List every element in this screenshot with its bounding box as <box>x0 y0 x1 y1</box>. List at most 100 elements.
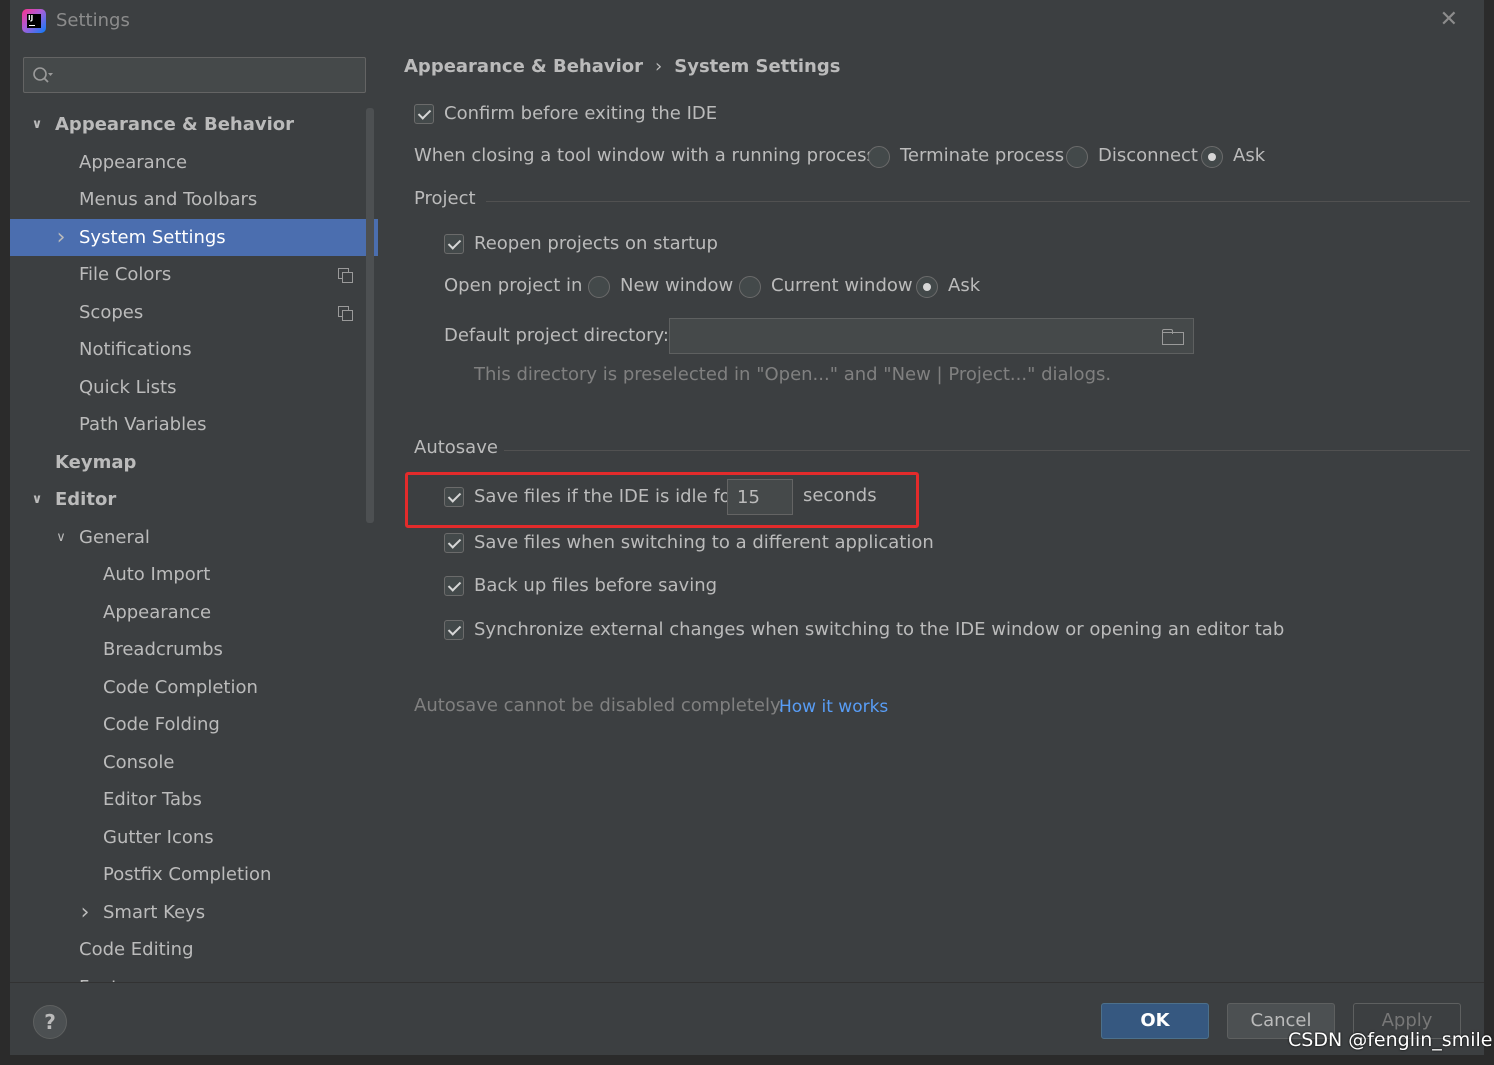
sidebar-item-label: Console <box>103 751 175 773</box>
sidebar-item-label: Notifications <box>79 339 192 360</box>
sidebar-item-appearance-behavior[interactable]: ∨ Appearance & Behavior <box>10 106 378 143</box>
chevron-down-icon[interactable]: ∨ <box>53 519 69 556</box>
reopen-projects-checkbox[interactable] <box>444 234 464 254</box>
sidebar-item-appearance[interactable]: Appearance <box>10 594 378 631</box>
sidebar-item-appearance[interactable]: Appearance <box>10 144 378 181</box>
sidebar-item-label: Code Editing <box>79 939 194 960</box>
chevron-down-icon[interactable]: ∨ <box>29 481 45 518</box>
sidebar-item-label: Quick Lists <box>79 376 177 398</box>
sidebar-item-label: File Colors <box>79 264 172 285</box>
sync-checkbox[interactable] <box>444 620 464 640</box>
sidebar-item-smart-keys[interactable]: › Smart Keys <box>10 894 378 931</box>
backup-label[interactable]: Back up files before saving <box>474 575 717 596</box>
ask-radio[interactable] <box>1201 146 1223 168</box>
sidebar-item-editor-tabs[interactable]: Editor Tabs <box>10 781 378 818</box>
breadcrumb-parent[interactable]: Appearance & Behavior <box>404 56 643 77</box>
search-input[interactable] <box>60 62 360 88</box>
sidebar-item-label: Path Variables <box>79 414 207 435</box>
save-switching-label[interactable]: Save files when switching to a different… <box>474 532 934 553</box>
sidebar-item-breadcrumbs[interactable]: Breadcrumbs <box>10 631 378 668</box>
sidebar-item-notifications[interactable]: Notifications <box>10 331 378 368</box>
autosave-separator <box>504 450 1470 451</box>
sidebar-item-editor[interactable]: ∨ Editor <box>10 481 378 518</box>
save-idle-checkbox[interactable] <box>444 487 464 507</box>
sidebar-item-code-editing[interactable]: Code Editing <box>10 931 378 968</box>
current-window-label[interactable]: Current window <box>771 275 913 296</box>
new-window-radio[interactable] <box>588 276 610 298</box>
sidebar-item-system-settings[interactable]: › System Settings <box>10 218 378 256</box>
sync-label[interactable]: Synchronize external changes when switch… <box>474 619 1284 640</box>
help-button[interactable]: ? <box>33 1005 67 1039</box>
open-project-in-label: Open project in <box>444 275 583 296</box>
window-title: Settings <box>56 10 130 31</box>
disconnect-label[interactable]: Disconnect <box>1098 145 1198 166</box>
sidebar-item-label: Appearance <box>103 601 212 623</box>
title-bar: IJ Settings ✕ <box>10 0 1484 42</box>
sidebar-item-label: Gutter Icons <box>103 826 214 848</box>
confirm-exit-checkbox[interactable] <box>414 104 434 124</box>
ask-label[interactable]: Ask <box>1233 145 1265 166</box>
sidebar-item-label: Code Folding <box>103 714 220 735</box>
open-ask-label[interactable]: Ask <box>948 275 980 296</box>
sidebar-item-console[interactable]: Console <box>10 744 378 781</box>
breadcrumb: Appearance & Behavior › System Settings <box>404 56 840 77</box>
settings-dialog: IJ Settings ✕ ∨ Appearance & Behavior Appe… <box>10 0 1484 1055</box>
sidebar-item-label: Code Completion <box>103 676 258 698</box>
terminate-process-radio[interactable] <box>868 146 890 168</box>
disconnect-radio[interactable] <box>1066 146 1088 168</box>
sidebar-item-code-completion[interactable]: Code Completion <box>10 669 378 706</box>
sidebar-item-label: Font <box>79 969 118 983</box>
sidebar-item-path-variables[interactable]: Path Variables <box>10 406 378 443</box>
save-switching-checkbox[interactable] <box>444 533 464 553</box>
folder-icon[interactable] <box>1162 329 1184 345</box>
project-section-title: Project <box>414 188 476 209</box>
tool-window-label: When closing a tool window with a runnin… <box>414 145 882 166</box>
search-field[interactable] <box>23 57 366 93</box>
new-window-label[interactable]: New window <box>620 275 733 296</box>
sidebar-item-menus-and-toolbars[interactable]: Menus and Toolbars <box>10 181 378 218</box>
copy-icon <box>338 305 353 321</box>
sidebar-item-auto-import[interactable]: Auto Import <box>10 556 378 593</box>
sidebar-scrollbar[interactable] <box>366 108 374 523</box>
sidebar-item-label: Scopes <box>79 301 144 323</box>
save-idle-label[interactable]: Save files if the IDE is idle for <box>474 486 738 507</box>
confirm-exit-label[interactable]: Confirm before exiting the IDE <box>444 103 717 124</box>
sidebar-item-gutter-icons[interactable]: Gutter Icons <box>10 819 378 856</box>
sidebar-item-file-colors[interactable]: File Colors <box>10 256 378 293</box>
settings-content: Appearance & Behavior › System Settings Co… <box>378 42 1484 982</box>
dialog-footer: ? OK Cancel Apply <box>10 982 1484 1055</box>
sidebar-item-font[interactable]: Font <box>10 969 378 983</box>
sidebar-item-label: System Settings <box>79 226 226 248</box>
reopen-projects-label[interactable]: Reopen projects on startup <box>474 233 718 254</box>
breadcrumb-separator: › <box>655 56 663 77</box>
settings-sidebar: ∨ Appearance & Behavior Appearance Menus an… <box>10 42 378 982</box>
sidebar-item-quick-lists[interactable]: Quick Lists <box>10 369 378 406</box>
sidebar-item-label: Auto Import <box>103 564 211 585</box>
sidebar-item-label: General <box>79 526 150 548</box>
close-icon[interactable]: ✕ <box>1440 8 1458 32</box>
sidebar-item-label: Editor Tabs <box>103 789 202 810</box>
default-directory-field[interactable] <box>669 318 1194 354</box>
project-separator <box>486 201 1470 202</box>
sidebar-item-label: Appearance & Behavior <box>55 114 295 135</box>
breadcrumb-current: System Settings <box>674 56 841 77</box>
idle-seconds-input[interactable] <box>727 479 793 515</box>
sidebar-item-label: Editor <box>55 489 117 510</box>
sidebar-item-postfix-completion[interactable]: Postfix Completion <box>10 856 378 893</box>
autosave-note: Autosave cannot be disabled completely. <box>414 695 784 716</box>
sidebar-item-label: Appearance <box>79 151 188 173</box>
intellij-idea-icon: IJ <box>22 9 46 33</box>
sidebar-item-general[interactable]: ∨ General <box>10 519 378 556</box>
current-window-radio[interactable] <box>739 276 761 298</box>
sidebar-item-code-folding[interactable]: Code Folding <box>10 706 378 743</box>
terminate-process-label[interactable]: Terminate process <box>900 145 1064 166</box>
chevron-down-icon[interactable]: ∨ <box>29 106 45 143</box>
how-it-works-link[interactable]: How it works <box>779 697 888 717</box>
sidebar-item-scopes[interactable]: Scopes <box>10 294 378 331</box>
sidebar-item-keymap[interactable]: Keymap <box>10 444 378 481</box>
backup-checkbox[interactable] <box>444 576 464 596</box>
chevron-right-icon[interactable]: › <box>77 894 93 931</box>
chevron-right-icon[interactable]: › <box>53 219 69 256</box>
ok-button[interactable]: OK <box>1101 1003 1209 1039</box>
open-ask-radio[interactable] <box>916 276 938 298</box>
